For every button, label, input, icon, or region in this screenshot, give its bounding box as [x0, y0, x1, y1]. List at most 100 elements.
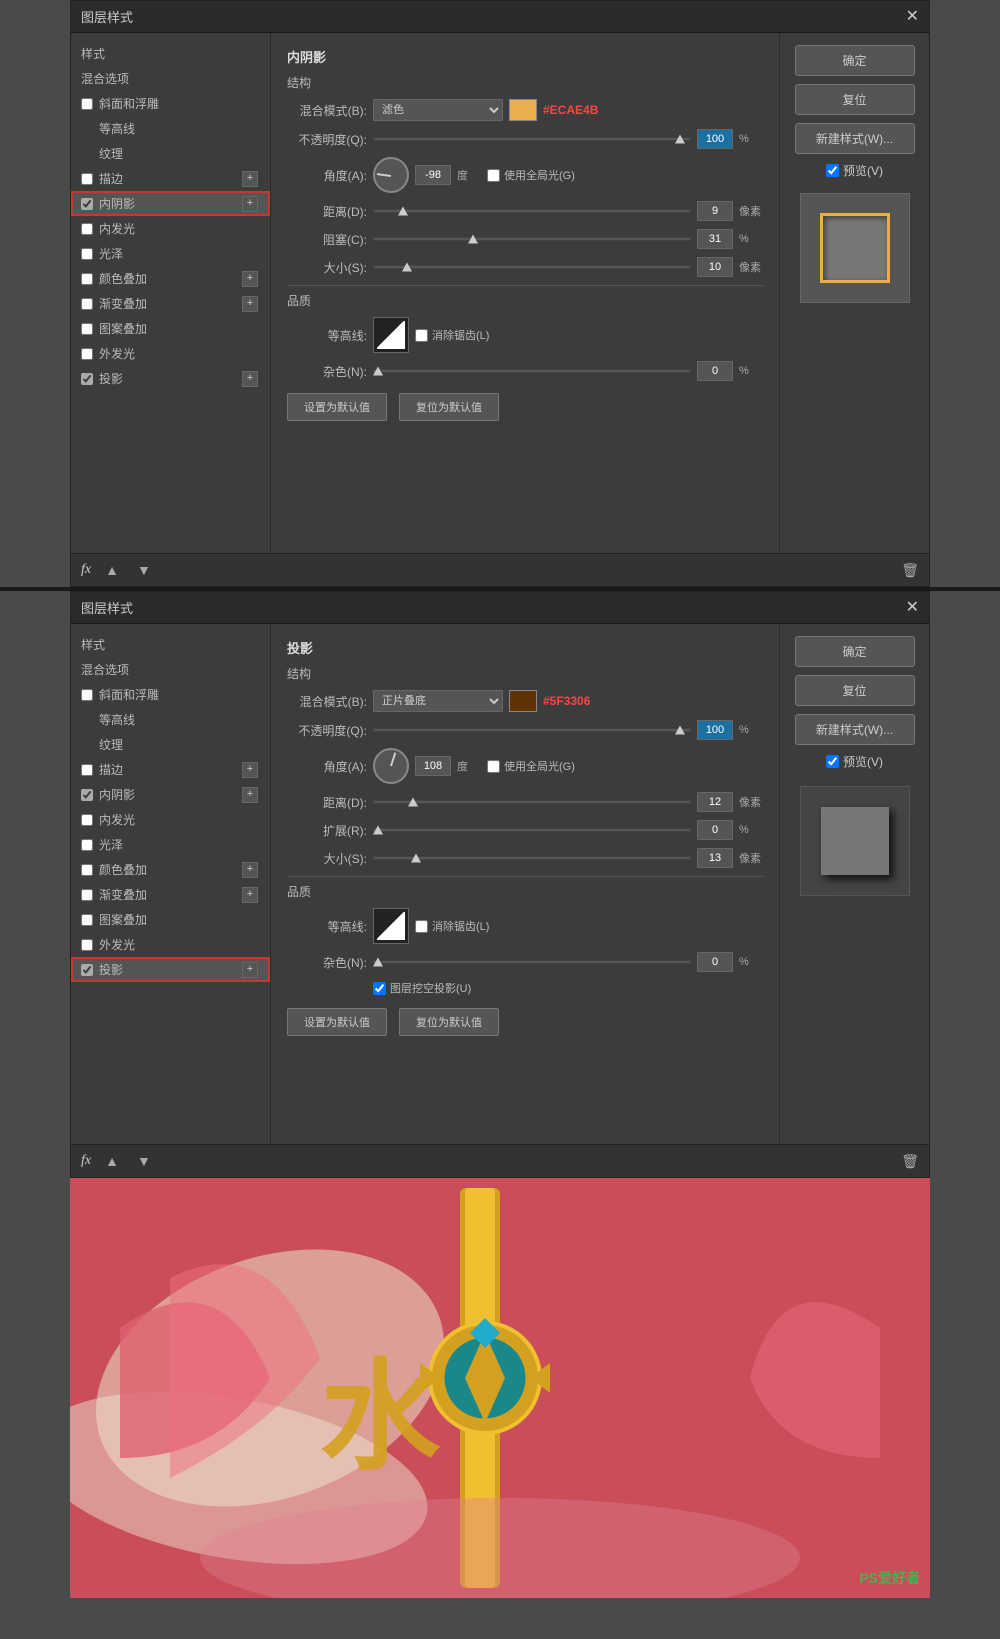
dialog2-opacity-input[interactable] [697, 720, 733, 740]
sidebar1-blend[interactable]: 混合选项 [71, 66, 270, 91]
sidebar1-style[interactable]: 样式 [71, 41, 270, 66]
dialog1-blend-select[interactable]: 滤色 [373, 99, 503, 121]
sidebar1-gradient-overlay[interactable]: 渐变叠加 + [71, 291, 270, 316]
dialog2-contour-preview[interactable] [373, 908, 409, 944]
dialog1-distance-input[interactable] [697, 201, 733, 221]
dialog2-preview-label[interactable]: 预览(V) [826, 753, 883, 770]
dialog1-contour-preview[interactable] [373, 317, 409, 353]
dialog2-close-btn[interactable]: ✕ [906, 600, 919, 616]
sidebar2-inner-glow-check[interactable] [81, 814, 93, 826]
sidebar1-gradient-overlay-check[interactable] [81, 298, 93, 310]
dialog1-choke-slider[interactable] [373, 232, 691, 246]
dialog2-reset-btn[interactable]: 复位 [795, 675, 915, 706]
sidebar2-style[interactable]: 样式 [71, 632, 270, 657]
sidebar2-pattern-overlay-check[interactable] [81, 914, 93, 926]
dialog1-choke-input[interactable] [697, 229, 733, 249]
fx-down-btn2[interactable]: ▼ [133, 1151, 155, 1171]
sidebar1-pattern-overlay-check[interactable] [81, 323, 93, 335]
dialog1-antialias-check[interactable] [415, 329, 428, 342]
sidebar2-inner-glow[interactable]: 内发光 [71, 807, 270, 832]
dialog1-preview-check[interactable] [826, 164, 839, 177]
dialog1-close-btn[interactable]: ✕ [906, 9, 919, 25]
dialog2-angle-input[interactable] [415, 756, 451, 776]
sidebar2-stroke[interactable]: 描边 + [71, 757, 270, 782]
fx-up-btn2[interactable]: ▲ [101, 1151, 123, 1171]
dialog1-size-slider[interactable] [373, 260, 691, 274]
dialog1-angle-input[interactable] [415, 165, 451, 185]
sidebar1-inner-shadow-check[interactable] [81, 198, 93, 210]
dialog1-distance-slider[interactable] [373, 204, 691, 218]
sidebar1-pattern-overlay[interactable]: 图案叠加 [71, 316, 270, 341]
sidebar2-inner-shadow-add[interactable]: + [242, 787, 258, 803]
dialog2-knockout-label[interactable]: 图层挖空投影(U) [373, 980, 471, 996]
dialog1-size-input[interactable] [697, 257, 733, 277]
sidebar2-pattern-overlay[interactable]: 图案叠加 [71, 907, 270, 932]
sidebar1-outer-glow[interactable]: 外发光 [71, 341, 270, 366]
dialog2-spread-slider[interactable] [373, 823, 691, 837]
sidebar1-satin[interactable]: 光泽 [71, 241, 270, 266]
sidebar1-stroke-check[interactable] [81, 173, 93, 185]
dialog2-global-light-label[interactable]: 使用全局光(G) [487, 758, 575, 774]
sidebar1-drop-shadow[interactable]: 投影 + [71, 366, 270, 391]
sidebar2-satin[interactable]: 光泽 [71, 832, 270, 857]
sidebar1-stroke-add[interactable]: + [242, 171, 258, 187]
sidebar2-drop-shadow-check[interactable] [81, 964, 93, 976]
sidebar1-gradient-overlay-add[interactable]: + [242, 296, 258, 312]
dialog1-confirm-btn[interactable]: 确定 [795, 45, 915, 76]
sidebar1-stroke[interactable]: 描边 + [71, 166, 270, 191]
dialog2-distance-input[interactable] [697, 792, 733, 812]
sidebar2-gradient-overlay-check[interactable] [81, 889, 93, 901]
sidebar1-color-overlay-add[interactable]: + [242, 271, 258, 287]
dialog1-color-swatch[interactable] [509, 99, 537, 121]
fx-up-btn1[interactable]: ▲ [101, 560, 123, 580]
dialog2-size-input[interactable] [697, 848, 733, 868]
dialog2-new-style-btn[interactable]: 新建样式(W)... [795, 714, 915, 745]
sidebar2-color-overlay[interactable]: 颜色叠加 + [71, 857, 270, 882]
dialog2-global-light-check[interactable] [487, 760, 500, 773]
sidebar2-color-overlay-check[interactable] [81, 864, 93, 876]
dialog1-reset-default-btn[interactable]: 复位为默认值 [399, 393, 499, 421]
fx-trash-btn2[interactable]: 🗑 [901, 1153, 919, 1170]
dialog2-noise-input[interactable] [697, 952, 733, 972]
dialog2-spread-input[interactable] [697, 820, 733, 840]
dialog2-color-swatch[interactable] [509, 690, 537, 712]
sidebar1-drop-shadow-check[interactable] [81, 373, 93, 385]
sidebar1-inner-shadow[interactable]: 内阴影 + [71, 191, 270, 216]
dialog2-size-slider[interactable] [373, 851, 691, 865]
sidebar1-inner-shadow-add[interactable]: + [242, 196, 258, 212]
dialog2-confirm-btn[interactable]: 确定 [795, 636, 915, 667]
dialog2-knockout-check[interactable] [373, 982, 386, 995]
dialog1-new-style-btn[interactable]: 新建样式(W)... [795, 123, 915, 154]
dialog1-opacity-input[interactable] [697, 129, 733, 149]
sidebar2-drop-shadow-add[interactable]: + [242, 962, 258, 978]
sidebar1-inner-glow[interactable]: 内发光 [71, 216, 270, 241]
dialog1-set-default-btn[interactable]: 设置为默认值 [287, 393, 387, 421]
sidebar1-drop-shadow-add[interactable]: + [242, 371, 258, 387]
sidebar1-color-overlay-check[interactable] [81, 273, 93, 285]
sidebar1-inner-glow-check[interactable] [81, 223, 93, 235]
dialog2-set-default-btn[interactable]: 设置为默认值 [287, 1008, 387, 1036]
dialog2-reset-default-btn[interactable]: 复位为默认值 [399, 1008, 499, 1036]
dialog2-antialias-check[interactable] [415, 920, 428, 933]
sidebar2-color-overlay-add[interactable]: + [242, 862, 258, 878]
dialog1-global-light-check[interactable] [487, 169, 500, 182]
sidebar1-contour[interactable]: 等高线 [71, 116, 270, 141]
sidebar2-bevel[interactable]: 斜面和浮雕 [71, 682, 270, 707]
sidebar2-outer-glow[interactable]: 外发光 [71, 932, 270, 957]
dialog2-opacity-slider[interactable] [373, 723, 691, 737]
sidebar2-drop-shadow[interactable]: 投影 + [71, 957, 270, 982]
dialog2-antialias-label[interactable]: 消除锯齿(L) [415, 918, 489, 934]
sidebar2-blend[interactable]: 混合选项 [71, 657, 270, 682]
sidebar2-gradient-overlay-add[interactable]: + [242, 887, 258, 903]
sidebar1-color-overlay[interactable]: 颜色叠加 + [71, 266, 270, 291]
sidebar1-satin-check[interactable] [81, 248, 93, 260]
sidebar2-contour[interactable]: 等高线 [71, 707, 270, 732]
dialog1-antialias-label[interactable]: 消除锯齿(L) [415, 327, 489, 343]
dialog1-preview-label[interactable]: 预览(V) [826, 162, 883, 179]
sidebar2-texture[interactable]: 纹理 [71, 732, 270, 757]
dialog1-noise-slider[interactable] [373, 364, 691, 378]
sidebar1-texture[interactable]: 纹理 [71, 141, 270, 166]
sidebar2-bevel-check[interactable] [81, 689, 93, 701]
dialog2-distance-slider[interactable] [373, 795, 691, 809]
sidebar2-stroke-check[interactable] [81, 764, 93, 776]
